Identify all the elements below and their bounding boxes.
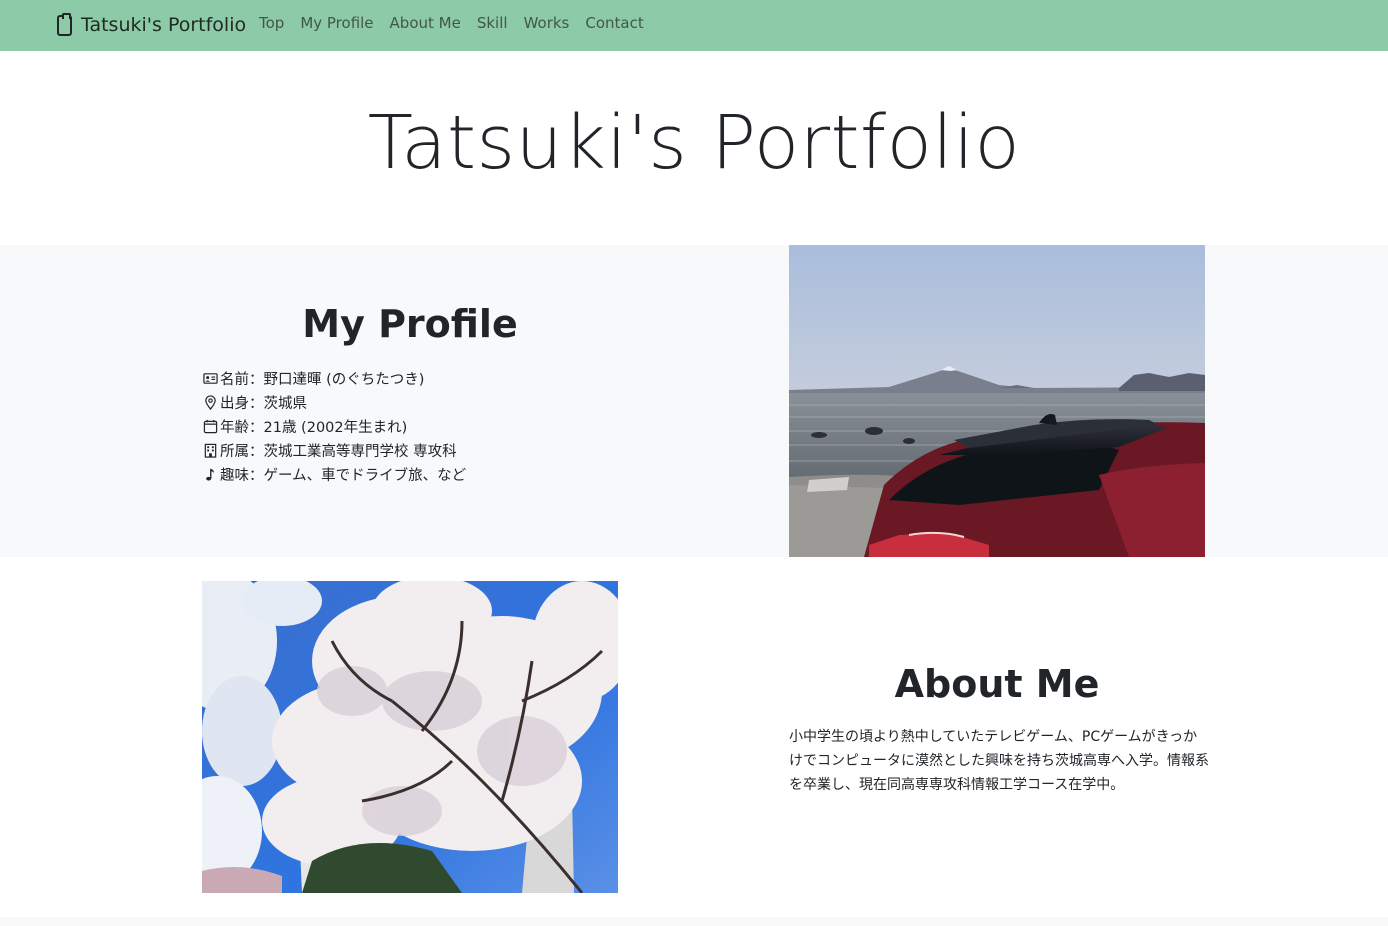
profile-item-text: 趣味：ゲーム、車でドライブ旅、など: [220, 467, 467, 484]
music-note-icon: [202, 466, 218, 482]
profile-item-name: 名前：野口達暉 (のぐちたつき): [202, 366, 466, 390]
profile-item-text: 名前：野口達暉 (のぐちたつき): [220, 371, 425, 388]
profile-list: 名前：野口達暉 (のぐちたつき) 出身：茨城県 年齢：21歳 (2002年生まれ…: [202, 366, 466, 486]
about-heading: About Me: [894, 662, 1100, 706]
brand-text: Tatsuki's Portfolio: [81, 14, 247, 36]
profile-item-text: 出身：茨城県: [220, 395, 307, 412]
nav-link-about-me[interactable]: About Me: [390, 14, 461, 32]
cherry-blossom-tree-photo: [202, 581, 618, 893]
about-text: 小中学生の頃より熱中していたテレビゲーム、PCゲームがきっかけでコンピュータに漠…: [789, 729, 1209, 793]
profile-item-text: 年齢：21歳 (2002年生まれ): [220, 419, 408, 436]
clipboard-icon: [57, 12, 72, 36]
brand-link[interactable]: Tatsuki's Portfolio: [57, 12, 246, 38]
nav-links: Top My Profile About Me Skill Works Cont…: [251, 14, 652, 32]
car-by-sea-with-mount-fuji-photo: [789, 245, 1205, 557]
nav-link-contact[interactable]: Contact: [585, 14, 643, 32]
profile-item-affiliation: 所属：茨城工業高等専門学校 専攻科: [202, 438, 466, 462]
calendar-icon: [202, 418, 218, 434]
building-icon: [202, 442, 218, 458]
profile-item-origin: 出身：茨城県: [202, 390, 466, 414]
hero-title: Tatsuki's Portfolio: [367, 100, 1021, 186]
location-pin-icon: [202, 394, 218, 410]
profile-item-text: 所属：茨城工業高等専門学校 専攻科: [220, 443, 457, 460]
nav-link-my-profile[interactable]: My Profile: [300, 14, 373, 32]
profile-item-hobby: 趣味：ゲーム、車でドライブ旅、など: [202, 462, 466, 486]
navbar: Tatsuki's Portfolio Top My Profile About…: [0, 0, 1388, 51]
profile-item-age: 年齢：21歳 (2002年生まれ): [202, 414, 466, 438]
profile-heading: My Profile: [302, 302, 518, 346]
id-card-icon: [202, 370, 218, 386]
nav-link-skill[interactable]: Skill: [477, 14, 508, 32]
nav-link-top[interactable]: Top: [259, 14, 284, 32]
next-section-band: [0, 917, 1388, 926]
nav-link-works[interactable]: Works: [524, 14, 570, 32]
